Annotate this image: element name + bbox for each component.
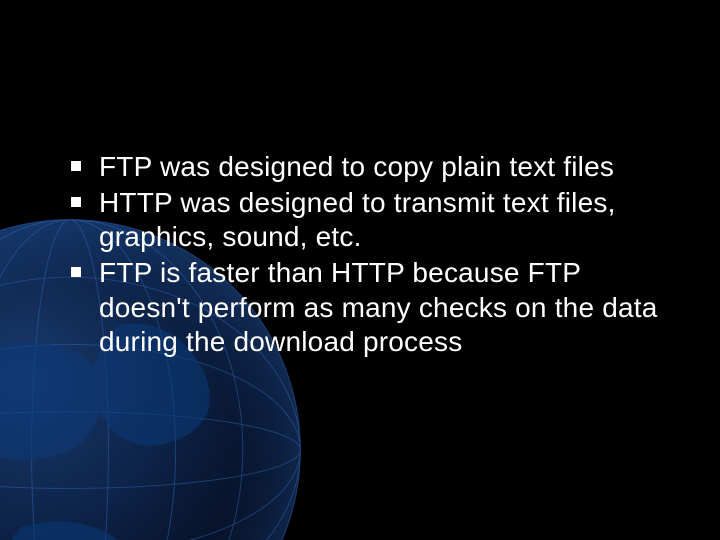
bullet-list: FTP was designed to copy plain text file… <box>65 150 660 359</box>
bullet-text: HTTP was designed to transmit text files… <box>99 187 616 252</box>
bullet-text: FTP is faster than HTTP because FTP does… <box>99 257 658 356</box>
list-item: HTTP was designed to transmit text files… <box>65 186 660 254</box>
list-item: FTP was designed to copy plain text file… <box>65 150 660 184</box>
bullet-text: FTP was designed to copy plain text file… <box>99 151 614 182</box>
slide: 0 1 8 0 6 1 FTP was designed to copy pla… <box>0 0 720 540</box>
slide-body: FTP was designed to copy plain text file… <box>65 150 660 361</box>
list-item: FTP is faster than HTTP because FTP does… <box>65 256 660 358</box>
